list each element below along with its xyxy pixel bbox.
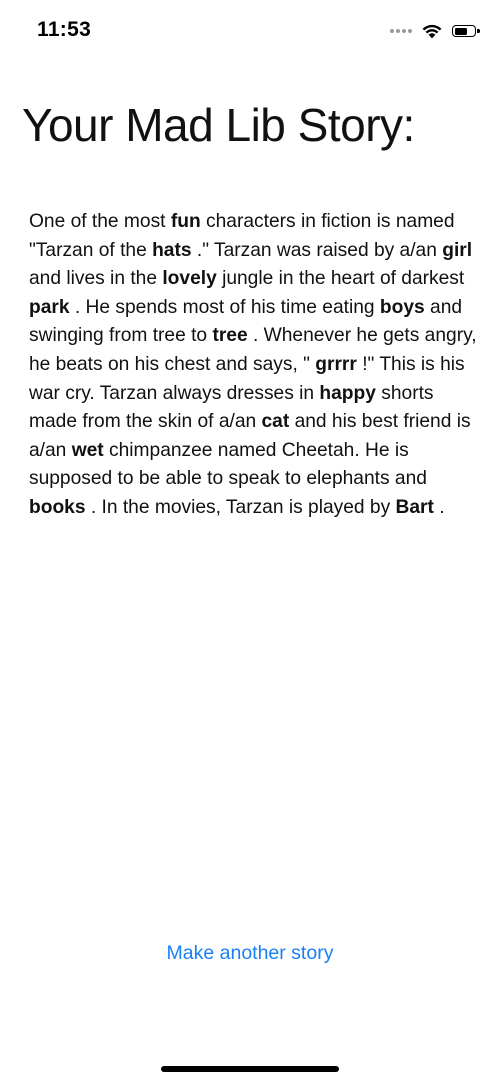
story-segment: One of the most [29,211,171,232]
story-filled-word: tree [212,325,248,347]
story-filled-word: grrrr [315,353,357,375]
story-segment: . He spends most of his time eating [69,296,380,318]
story-filled-word: lovely [162,268,217,290]
story-filled-word: happy [319,382,376,404]
story-filled-word: wet [71,439,104,461]
status-icons [390,20,480,42]
story-text: One of the most fun characters in fictio… [29,208,479,523]
story-filled-word: hats [152,239,192,261]
battery-icon [452,25,480,37]
page-title: Your Mad Lib Story: [22,99,415,151]
home-indicator[interactable] [161,1066,339,1072]
story-segment: . In the movies, Tarzan is played by [85,496,396,518]
make-another-story-button[interactable]: Make another story [0,942,500,965]
story-segment: jungle in the heart of darkest [216,268,465,290]
story-filled-word: books [29,496,86,518]
story-filled-word: girl [442,239,473,261]
story-segment: . [433,496,445,518]
story-filled-word: fun [170,211,201,232]
story-filled-word: park [29,296,70,318]
story-segment: and lives in the [29,268,163,290]
status-time: 11:53 [37,18,92,41]
wifi-icon [422,24,442,39]
story-segment: ." Tarzan was raised by a/an [191,239,443,261]
signal-dots-icon [390,29,412,33]
story-filled-word: boys [379,296,425,318]
story-filled-word: cat [261,411,290,433]
story-filled-word: Bart [395,496,434,518]
status-bar: 11:53 [0,0,500,60]
